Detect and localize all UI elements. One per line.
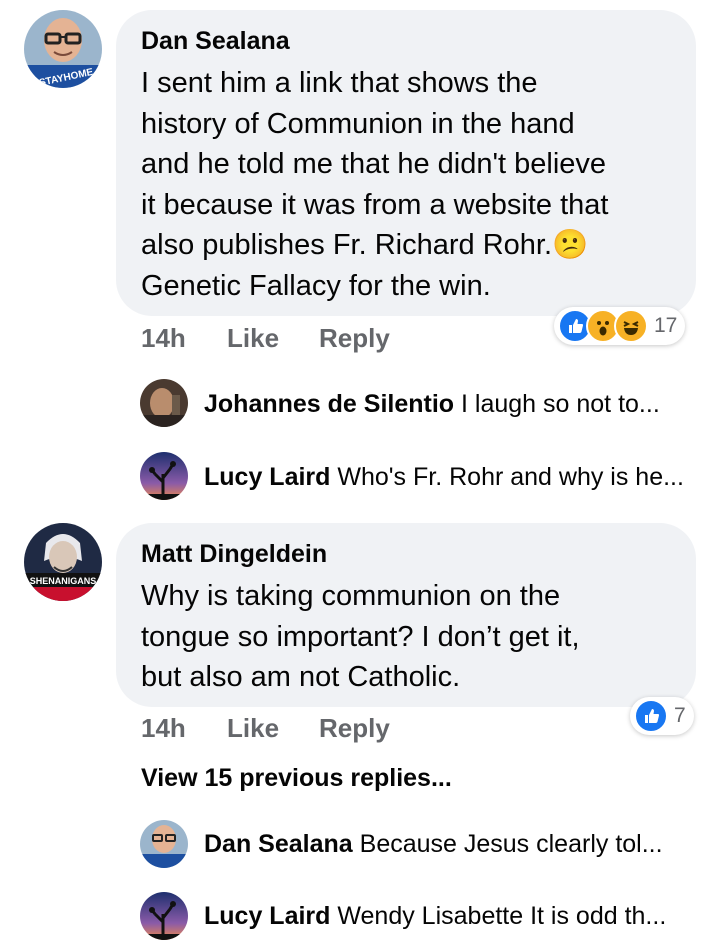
avatar-image (140, 379, 188, 427)
reply-preview[interactable]: Johannes de Silentio I laugh so not to..… (204, 388, 660, 420)
avatar-image: SHENANIGANS (24, 523, 102, 601)
comment-line: history of Communion in the hand (141, 107, 575, 140)
avatar-lucy-laird[interactable] (140, 452, 188, 500)
comment-text: I sent him a link that shows the history… (141, 63, 686, 307)
confused-face-emoji: 😕 (552, 229, 589, 262)
avatar-lucy-laird[interactable] (140, 892, 188, 940)
comment-bubble: Dan Sealana I sent him a link that shows… (116, 10, 696, 316)
reply-button[interactable]: Reply (319, 712, 390, 744)
avatar-dan-sealana[interactable] (140, 820, 188, 868)
reply-preview[interactable]: Lucy Laird Wendy Lisabette It is odd th.… (204, 900, 666, 932)
reply-author[interactable]: Dan Sealana (204, 830, 353, 858)
comment-author[interactable]: Matt Dingeldein (141, 539, 327, 569)
avatar-badge: SHENANIGANS (30, 576, 97, 586)
comment-actions: 14h Like Reply (141, 712, 541, 744)
comment-text: Why is taking communion on the tongue so… (141, 576, 686, 698)
comment-timestamp[interactable]: 14h (141, 712, 186, 744)
avatar-dan-sealana[interactable]: #STAYHOME (24, 10, 102, 88)
comment-line: and he told me that he didn't believe (141, 148, 607, 181)
comment-line: Genetic Fallacy for the win. (141, 269, 491, 302)
comment-line: but also am not Catholic. (141, 661, 461, 694)
reaction-count: 7 (674, 704, 686, 727)
reply-author[interactable]: Johannes de Silentio (204, 390, 454, 418)
reply-author[interactable]: Lucy Laird (204, 902, 330, 930)
avatar-image (140, 452, 188, 500)
comment-actions: 14h Like Reply (141, 322, 541, 354)
reaction-summary[interactable]: 17 (554, 307, 686, 345)
reply-text: Wendy Lisabette It is odd th... (337, 902, 667, 930)
avatar-image: #STAYHOME (24, 10, 102, 88)
comment-bubble: Matt Dingeldein Why is taking communion … (116, 523, 696, 707)
reply-text: Who's Fr. Rohr and why is he... (337, 463, 684, 491)
reply-text: Because Jesus clearly tol... (359, 830, 663, 858)
comment-line: it because it was from a website that (141, 188, 609, 221)
reply-preview[interactable]: Lucy Laird Who's Fr. Rohr and why is he.… (204, 461, 684, 493)
avatar-johannes-de-silentio[interactable] (140, 379, 188, 427)
haha-icon (614, 309, 648, 343)
like-button[interactable]: Like (227, 322, 279, 354)
reply-author[interactable]: Lucy Laird (204, 463, 330, 491)
reply-text: I laugh so not to... (461, 390, 660, 418)
comment-line-text: also publishes Fr. Richard Rohr. (141, 229, 553, 262)
avatar-matt-dingeldein[interactable]: SHENANIGANS (24, 523, 102, 601)
comment-line: I sent him a link that shows the (141, 67, 538, 99)
view-previous-replies-link[interactable]: View 15 previous replies... (141, 762, 452, 794)
avatar-image (140, 820, 188, 868)
reply-preview[interactable]: Dan Sealana Because Jesus clearly tol... (204, 828, 663, 860)
comment-line: tongue so important? I don’t get it, (141, 620, 580, 653)
comment-timestamp[interactable]: 14h (141, 322, 186, 354)
comment-line: Why is taking communion on the (141, 580, 561, 612)
comment-line: also publishes Fr. Richard Rohr.😕 (141, 225, 686, 266)
comment-author[interactable]: Dan Sealana (141, 26, 290, 56)
reaction-count: 17 (654, 314, 678, 337)
like-icon (634, 699, 668, 733)
reply-button[interactable]: Reply (319, 322, 390, 354)
like-button[interactable]: Like (227, 712, 279, 744)
reaction-summary[interactable]: 7 (630, 697, 694, 735)
avatar-image (140, 892, 188, 940)
